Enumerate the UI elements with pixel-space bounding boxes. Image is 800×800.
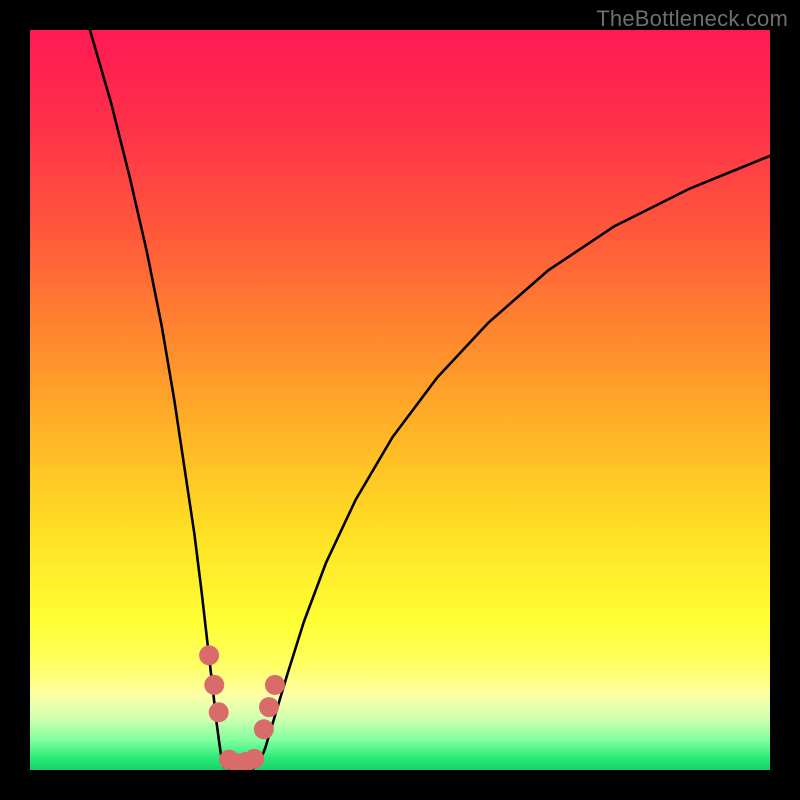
plot-area (30, 30, 770, 770)
marker-left-cluster-b (204, 675, 224, 695)
marker-left-cluster-c (209, 702, 229, 722)
marker-right-cluster-a (254, 719, 274, 739)
bottleneck-curve (90, 30, 770, 769)
curve-layer (30, 30, 770, 770)
marker-right-cluster-b (259, 697, 279, 717)
chart-frame: TheBottleneck.com (0, 0, 800, 800)
marker-right-cluster-c (265, 675, 285, 695)
marker-floor-d (244, 749, 264, 769)
watermark-text: TheBottleneck.com (596, 6, 788, 32)
marker-left-cluster-a (199, 645, 219, 665)
marker-group (199, 645, 285, 770)
